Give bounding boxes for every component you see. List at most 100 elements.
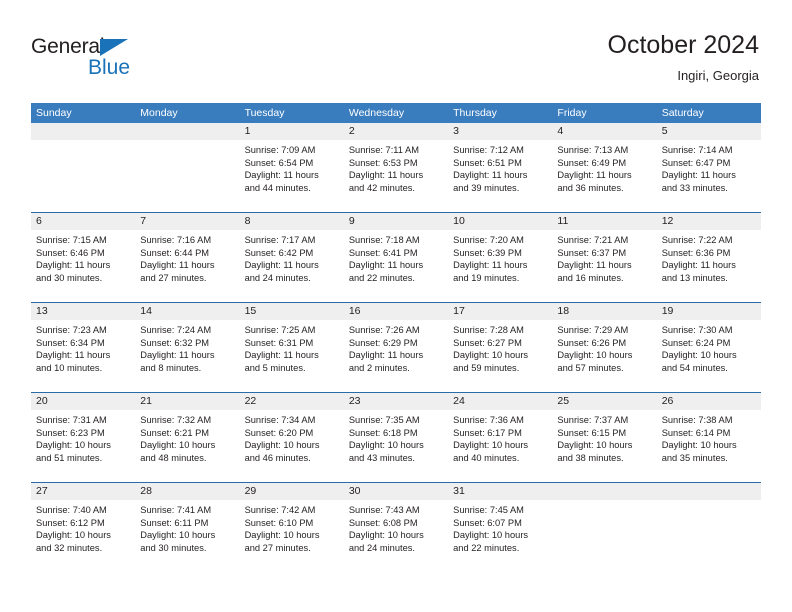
- day-number[interactable]: 28: [135, 483, 239, 500]
- day-cell[interactable]: Sunrise: 7:40 AM Sunset: 6:12 PM Daylight:…: [31, 500, 135, 572]
- day-number[interactable]: 1: [240, 123, 344, 140]
- day-cell[interactable]: Sunrise: 7:17 AM Sunset: 6:42 PM Daylight:…: [240, 230, 344, 302]
- day-number[interactable]: 27: [31, 483, 135, 500]
- day-cell[interactable]: Sunrise: 7:22 AM Sunset: 6:36 PM Daylight:…: [657, 230, 761, 302]
- sunrise-text: Sunrise: 7:12 AM: [453, 145, 524, 155]
- daylight-text-line1: Daylight: 11 hours: [453, 260, 528, 271]
- day-number[interactable]: 10: [448, 213, 552, 230]
- day-number[interactable]: 11: [552, 213, 656, 230]
- day-number[interactable]: 26: [657, 393, 761, 410]
- day-cell[interactable]: Sunrise: 7:38 AM Sunset: 6:14 PM Daylight:…: [657, 410, 761, 482]
- day-number[interactable]: 5: [657, 123, 761, 140]
- calendar-week-row: 6 7 8 9 10 11 12 Sunrise: 7:15 AM Sunset: 6:46 P…: [31, 212, 761, 302]
- day-number[interactable]: 12: [657, 213, 761, 230]
- day-cell[interactable]: Sunrise: 7:18 AM Sunset: 6:41 PM Daylight:…: [344, 230, 448, 302]
- day-cell[interactable]: Sunrise: 7:41 AM Sunset: 6:11 PM Daylight:…: [135, 500, 239, 572]
- day-number[interactable]: 31: [448, 483, 552, 500]
- day-number[interactable]: 2: [344, 123, 448, 140]
- daylight-text-line1: Daylight: 11 hours: [348, 350, 424, 361]
- sunset-text: Sunset: 6:29 PM: [348, 337, 418, 348]
- day-number[interactable]: 3: [448, 123, 552, 140]
- daylight-text-line1: Daylight: 11 hours: [661, 170, 736, 181]
- day-number[interactable]: 8: [240, 213, 344, 230]
- sunrise-text: Sunrise: 7:16 AM: [140, 235, 212, 245]
- day-cell[interactable]: Sunrise: 7:36 AM Sunset: 6:17 PM Daylight:…: [448, 410, 552, 482]
- day-cell[interactable]: Sunrise: 7:28 AM Sunset: 6:27 PM Daylight:…: [448, 320, 552, 392]
- day-header-cell: Tuesday: [244, 107, 285, 119]
- day-number[interactable]: 23: [344, 393, 448, 410]
- sunrise-text: Sunrise: 7:30 AM: [661, 325, 733, 335]
- sunset-text: Sunset: 6:27 PM: [453, 337, 522, 348]
- daylight-text-line1: Daylight: 11 hours: [557, 170, 632, 181]
- daylight-text-line2: and 46 minutes.: [244, 452, 311, 463]
- day-cell[interactable]: Sunrise: 7:16 AM Sunset: 6:44 PM Daylight:…: [135, 230, 239, 302]
- day-number[interactable]: 6: [31, 213, 135, 230]
- day-header-cell: Wednesday: [348, 107, 405, 119]
- day-cell[interactable]: Sunrise: 7:20 AM Sunset: 6:39 PM Daylight:…: [448, 230, 552, 302]
- day-cell[interactable]: Sunrise: 7:32 AM Sunset: 6:21 PM Daylight:…: [135, 410, 239, 482]
- sunrise-text: Sunrise: 7:23 AM: [36, 325, 107, 335]
- day-cell[interactable]: Sunrise: 7:43 AM Sunset: 6:08 PM Daylight:…: [344, 500, 448, 572]
- day-number[interactable]: 30: [344, 483, 448, 500]
- sunrise-text: Sunrise: 7:40 AM: [36, 505, 107, 515]
- day-cell[interactable]: Sunrise: 7:14 AM Sunset: 6:47 PM Daylight:…: [657, 140, 761, 212]
- sunset-text: Sunset: 6:08 PM: [348, 517, 418, 528]
- day-number[interactable]: 13: [31, 303, 135, 320]
- day-number[interactable]: 9: [344, 213, 448, 230]
- week-detail-band: Sunrise: 7:09 AM Sunset: 6:54 PM Daylight:…: [31, 140, 761, 212]
- sunrise-text: Sunrise: 7:21 AM: [557, 235, 629, 245]
- day-number[interactable]: 25: [552, 393, 656, 410]
- day-cell[interactable]: Sunrise: 7:35 AM Sunset: 6:18 PM Daylight:…: [344, 410, 448, 482]
- day-cell[interactable]: Sunrise: 7:45 AM Sunset: 6:07 PM Daylight:…: [448, 500, 552, 572]
- calendar-weeks: 1 2 3 4 5 Sunrise: 7:09 AM Sunset: 6:54 PM Dayl…: [31, 123, 761, 572]
- sunrise-text: Sunrise: 7:26 AM: [348, 325, 420, 335]
- calendar-week-row: 13 14 15 16 17 18 19 Sunrise: 7:23 AM Sunset: 6:…: [31, 302, 761, 392]
- day-cell[interactable]: Sunrise: 7:31 AM Sunset: 6:23 PM Daylight:…: [31, 410, 135, 482]
- sunrise-text: Sunrise: 7:13 AM: [557, 145, 629, 155]
- day-number[interactable]: 14: [135, 303, 239, 320]
- day-number[interactable]: 29: [240, 483, 344, 500]
- daylight-text-line2: and 48 minutes.: [140, 452, 207, 463]
- day-number[interactable]: 7: [135, 213, 239, 230]
- day-cell-empty: [31, 140, 135, 212]
- day-cell[interactable]: Sunrise: 7:26 AM Sunset: 6:29 PM Daylight:…: [344, 320, 448, 392]
- week-date-band: 12345: [31, 123, 761, 140]
- daylight-text-line2: and 27 minutes.: [140, 272, 207, 283]
- sunset-text: Sunset: 6:39 PM: [453, 247, 522, 258]
- day-cell[interactable]: Sunrise: 7:30 AM Sunset: 6:24 PM Daylight:…: [657, 320, 761, 392]
- day-cell[interactable]: Sunrise: 7:42 AM Sunset: 6:10 PM Daylight:…: [240, 500, 344, 572]
- day-cell[interactable]: Sunrise: 7:09 AM Sunset: 6:54 PM Daylight:…: [240, 140, 344, 212]
- sunset-text: Sunset: 6:24 PM: [661, 337, 731, 348]
- day-number[interactable]: 22: [240, 393, 344, 410]
- day-cell[interactable]: Sunrise: 7:34 AM Sunset: 6:20 PM Daylight:…: [240, 410, 344, 482]
- day-header-cell: Thursday: [453, 107, 497, 119]
- day-cell[interactable]: Sunrise: 7:24 AM Sunset: 6:32 PM Daylight:…: [135, 320, 239, 392]
- day-cell[interactable]: Sunrise: 7:15 AM Sunset: 6:46 PM Daylight:…: [31, 230, 135, 302]
- day-cell[interactable]: Sunrise: 7:23 AM Sunset: 6:34 PM Daylight:…: [31, 320, 135, 392]
- day-number[interactable]: 4: [552, 123, 656, 140]
- daylight-text-line1: Daylight: 11 hours: [557, 260, 632, 271]
- sunset-text: Sunset: 6:46 PM: [36, 247, 105, 258]
- day-number-empty: [657, 483, 761, 500]
- day-cell[interactable]: Sunrise: 7:11 AM Sunset: 6:53 PM Daylight:…: [344, 140, 448, 212]
- day-cell[interactable]: Sunrise: 7:25 AM Sunset: 6:31 PM Daylight:…: [240, 320, 344, 392]
- daylight-text-line2: and 13 minutes.: [661, 272, 728, 283]
- week-detail-band: Sunrise: 7:31 AM Sunset: 6:23 PM Daylight:…: [31, 410, 761, 482]
- day-number[interactable]: 21: [135, 393, 239, 410]
- day-cell[interactable]: Sunrise: 7:12 AM Sunset: 6:51 PM Daylight:…: [448, 140, 552, 212]
- day-number[interactable]: 17: [448, 303, 552, 320]
- daylight-text-line2: and 38 minutes.: [557, 452, 624, 463]
- day-cell[interactable]: Sunrise: 7:13 AM Sunset: 6:49 PM Daylight:…: [552, 140, 656, 212]
- day-number[interactable]: 16: [344, 303, 448, 320]
- daylight-text-line2: and 36 minutes.: [557, 182, 624, 193]
- day-number[interactable]: 24: [448, 393, 552, 410]
- day-number[interactable]: 15: [240, 303, 344, 320]
- day-number[interactable]: 20: [31, 393, 135, 410]
- day-number[interactable]: 19: [657, 303, 761, 320]
- sunrise-text: Sunrise: 7:35 AM: [348, 415, 420, 425]
- week-date-band: 6 7 8 9 10 11 12: [31, 213, 761, 230]
- day-cell[interactable]: Sunrise: 7:29 AM Sunset: 6:26 PM Daylight:…: [552, 320, 656, 392]
- day-cell[interactable]: Sunrise: 7:21 AM Sunset: 6:37 PM Daylight:…: [552, 230, 656, 302]
- day-cell[interactable]: Sunrise: 7:37 AM Sunset: 6:15 PM Daylight:…: [552, 410, 656, 482]
- day-number[interactable]: 18: [552, 303, 656, 320]
